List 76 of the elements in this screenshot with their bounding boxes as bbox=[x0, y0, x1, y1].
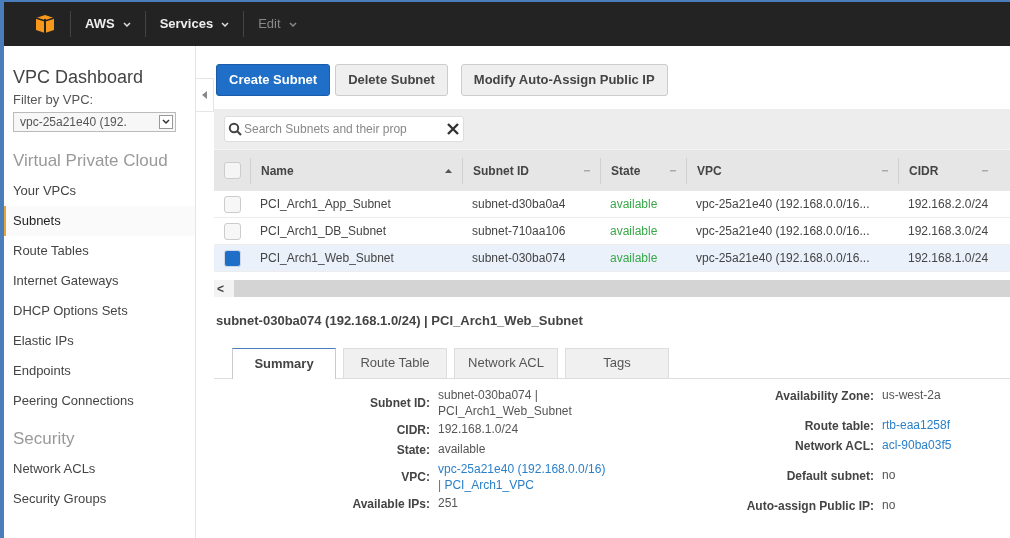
toolbar-button[interactable]: Create Subnet bbox=[216, 64, 331, 96]
column-header[interactable]: State bbox=[600, 157, 686, 184]
field-value: no bbox=[882, 466, 896, 483]
table-cell-text: PCI_Arch1_App_Subnet bbox=[259, 196, 392, 213]
detail-tab[interactable]: Route Table bbox=[343, 347, 447, 378]
table-cell-text: 192.168.3.0/24 bbox=[907, 223, 990, 240]
detail-tab[interactable]: Summary bbox=[232, 347, 336, 379]
sidebar-item[interactable]: Subnets bbox=[4, 205, 195, 236]
field-value: 251 bbox=[438, 494, 459, 511]
horizontal-scrollbar[interactable]: < bbox=[214, 280, 1010, 297]
search-field[interactable]: Search Subnets and their prop bbox=[224, 116, 464, 142]
table-cell-text: available bbox=[609, 196, 659, 213]
filter-label: Filter by VPC: bbox=[13, 91, 95, 109]
cube-logo-icon bbox=[34, 14, 56, 34]
table-cell-text: vpc-25a21e40 (192.168.0.0/16... bbox=[695, 250, 871, 267]
field-value: available bbox=[438, 440, 486, 457]
field-link[interactable]: rtb-eaa1258f bbox=[882, 416, 951, 433]
table-cell-text: available bbox=[609, 223, 659, 240]
detail-tab[interactable]: Tags bbox=[565, 347, 669, 378]
nav-menu[interactable]: Edit bbox=[243, 11, 311, 37]
table-cell-text: 192.168.2.0/24 bbox=[907, 196, 990, 213]
vpc-filter-select[interactable]: vpc-25a21e40 (192. bbox=[13, 111, 176, 132]
scroll-left-arrow[interactable]: < bbox=[217, 279, 224, 298]
table-cell-text: PCI_Arch1_DB_Subnet bbox=[259, 223, 388, 240]
field-label: Route table: bbox=[803, 417, 875, 435]
toolbar-button[interactable]: Modify Auto-Assign Public IP bbox=[460, 64, 668, 96]
row-checkbox[interactable] bbox=[223, 195, 241, 213]
field-label: Subnet ID: bbox=[369, 394, 431, 412]
table-cell-text: subnet-030ba074 bbox=[471, 250, 567, 267]
field-link[interactable]: acl-90ba03f5 bbox=[882, 436, 952, 453]
table-cell-text: vpc-25a21e40 (192.168.0.0/16... bbox=[695, 196, 871, 213]
field-label: VPC: bbox=[400, 468, 431, 486]
table-cell-text: subnet-710aa106 bbox=[471, 223, 567, 240]
detail-tab[interactable]: Network ACL bbox=[454, 347, 558, 378]
dropdown-icon bbox=[159, 114, 173, 129]
field-label: CIDR: bbox=[395, 421, 431, 439]
sidebar-section-title: Security bbox=[13, 427, 76, 450]
row-checkbox[interactable] bbox=[223, 249, 241, 267]
caret-icon bbox=[122, 21, 131, 27]
collapse-sidebar-button[interactable] bbox=[196, 78, 214, 112]
sidebar-title: VPC Dashboard bbox=[13, 66, 145, 88]
nav-menu[interactable]: Services bbox=[144, 11, 244, 37]
row-checkbox[interactable] bbox=[223, 222, 241, 240]
table-cell-text: subnet-d30ba0a4 bbox=[471, 196, 567, 213]
field-link[interactable]: vpc-25a21e40 (192.168.0.0/16) bbox=[438, 460, 606, 477]
field-label: Available IPs: bbox=[351, 495, 431, 513]
select-all-checkbox[interactable] bbox=[223, 162, 241, 179]
detail-title: subnet-030ba074 (192.168.1.0/24) | PCI_Arch1_Web_Subnet bbox=[215, 312, 584, 330]
column-header[interactable]: Subnet ID bbox=[462, 157, 600, 184]
clear-icon[interactable] bbox=[447, 123, 459, 135]
sidebar-section-title: Virtual Private Cloud bbox=[13, 149, 169, 172]
field-value: no bbox=[882, 496, 896, 513]
caret-icon bbox=[288, 21, 297, 27]
search-icon bbox=[228, 122, 242, 136]
field-label: State: bbox=[395, 441, 431, 459]
field-value: us-west-2a bbox=[882, 386, 941, 403]
table-cell-text: available bbox=[609, 250, 659, 267]
column-header[interactable]: VPC bbox=[686, 157, 898, 184]
field-label: Auto-assign Public IP: bbox=[745, 497, 875, 515]
column-header[interactable]: CIDR bbox=[898, 157, 998, 184]
table-cell-text: vpc-25a21e40 (192.168.0.0/16... bbox=[695, 223, 871, 240]
table-row[interactable]: PCI_Arch1_Web_Subnet subnet-030ba074 available vpc-25a21e40 (192.168.0.0/16... 192.168.1.0/24 bbox=[214, 245, 1010, 272]
column-header[interactable]: Name bbox=[250, 157, 462, 184]
field-value: PCI_Arch1_Web_Subnet bbox=[438, 402, 572, 419]
nav-menu[interactable]: AWS bbox=[70, 11, 145, 37]
field-label: Default subnet: bbox=[785, 467, 875, 485]
field-value: 192.168.1.0/24 bbox=[438, 420, 519, 437]
field-label: Network ACL: bbox=[794, 437, 875, 455]
field-label: Availability Zone: bbox=[774, 387, 875, 405]
field-value: subnet-030ba074 | bbox=[438, 386, 539, 403]
toolbar-button[interactable]: Delete Subnet bbox=[335, 64, 448, 96]
collapse-arrow-icon bbox=[202, 91, 207, 99]
field-link[interactable]: | PCI_Arch1_VPC bbox=[438, 476, 606, 493]
table-cell-text: PCI_Arch1_Web_Subnet bbox=[259, 250, 395, 267]
table-cell-text: 192.168.1.0/24 bbox=[907, 250, 990, 267]
caret-icon bbox=[221, 21, 230, 27]
